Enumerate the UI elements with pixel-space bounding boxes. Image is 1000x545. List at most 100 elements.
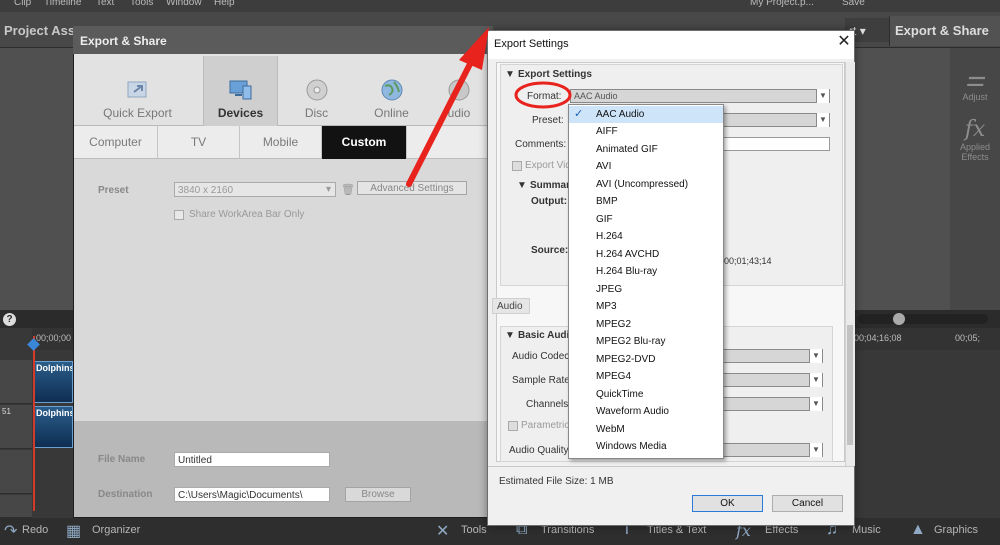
format-option[interactable]: Windows Media: [569, 438, 723, 455]
zoom-slider-knob[interactable]: [893, 313, 905, 325]
tab-quick-export[interactable]: Quick Export: [100, 56, 175, 126]
track-header-3[interactable]: [0, 450, 32, 494]
tab-devices[interactable]: Devices: [203, 56, 278, 126]
subtab-custom[interactable]: Custom: [322, 126, 407, 159]
menu-help[interactable]: Help: [214, 0, 235, 8]
timeline-zoom-slider[interactable]: [858, 314, 988, 324]
menu-timeline[interactable]: Timeline: [44, 0, 81, 8]
track-header-audio[interactable]: 51: [0, 405, 32, 449]
file-name-label: File Name: [98, 454, 146, 465]
music-button[interactable]: Music: [852, 524, 881, 536]
ok-button[interactable]: OK: [692, 495, 763, 512]
sample-rate-label: Sample Rate:: [512, 375, 573, 386]
advanced-settings-button[interactable]: Advanced Settings: [357, 181, 467, 195]
format-option[interactable]: BMP: [569, 193, 723, 210]
parametric-checkbox[interactable]: [508, 421, 518, 431]
comments-input[interactable]: [715, 137, 830, 151]
tools-button[interactable]: Tools: [461, 524, 487, 536]
format-select[interactable]: AAC Audio ▼: [570, 89, 830, 103]
tab-online[interactable]: Online: [354, 56, 429, 126]
organizer-button[interactable]: Organizer: [92, 524, 140, 536]
track-number: 51: [2, 407, 11, 416]
subtab-computer[interactable]: Computer: [74, 126, 158, 159]
format-option[interactable]: MPEG2: [569, 316, 723, 333]
format-option[interactable]: AAC Audio: [569, 106, 723, 123]
subtab-tv[interactable]: TV: [158, 126, 240, 159]
project-assets-button[interactable]: Project Ass: [0, 18, 76, 42]
sample-rate-select[interactable]: ▼: [715, 373, 823, 387]
format-option[interactable]: JPEG: [569, 281, 723, 298]
chevron-down-icon: ▼: [809, 373, 822, 387]
sliders-icon: ⚌: [965, 67, 985, 92]
format-option[interactable]: AIFF: [569, 123, 723, 140]
channels-select[interactable]: ▼: [715, 397, 823, 411]
divider: [488, 466, 854, 467]
basic-audio-expand-icon[interactable]: ▼: [505, 330, 515, 341]
preset-select[interactable]: 3840 x 2160 ▾: [174, 182, 336, 197]
channels-label: Channels:: [526, 399, 572, 410]
tab-label: Online: [374, 106, 409, 120]
menu-tools[interactable]: Tools: [130, 0, 153, 8]
chevron-down-icon: ▼: [809, 397, 822, 411]
tab-disc[interactable]: Disc: [279, 56, 354, 126]
destination-input[interactable]: C:\Users\Magic\Documents\: [174, 487, 330, 502]
share-workarea-label: Share WorkArea Bar Only: [189, 209, 305, 220]
close-icon[interactable]: ✕: [834, 32, 854, 52]
graphics-button[interactable]: Graphics: [934, 524, 978, 536]
format-option[interactable]: WebM: [569, 421, 723, 438]
playhead[interactable]: [33, 336, 35, 511]
format-option[interactable]: MP3: [569, 298, 723, 315]
source-duration: 00;01;43;14: [724, 256, 772, 266]
output-label: Output:: [531, 196, 568, 207]
audio-quality-select[interactable]: ▼: [715, 443, 823, 457]
redo-button[interactable]: Redo: [22, 524, 48, 536]
audio-codec-select[interactable]: ▼: [715, 349, 823, 363]
adjust-tool[interactable]: ⚌ Adjust: [950, 67, 1000, 103]
track-header-4[interactable]: [0, 495, 32, 518]
export-video-checkbox[interactable]: [512, 161, 522, 171]
track-header-video[interactable]: [0, 360, 32, 404]
organizer-icon: ▦: [66, 523, 82, 540]
subtab-mobile[interactable]: Mobile: [240, 126, 322, 159]
format-option[interactable]: QuickTime: [569, 386, 723, 403]
tab-audio[interactable]: udio: [430, 56, 488, 126]
scrollbar-thumb[interactable]: [847, 325, 853, 445]
file-name-input[interactable]: Untitled: [174, 452, 330, 467]
format-option[interactable]: Waveform Audio: [569, 403, 723, 420]
format-option[interactable]: H.264 Blu-ray: [569, 263, 723, 280]
preset-select-dialog[interactable]: ▼: [715, 113, 830, 127]
export-settings-heading: Export Settings: [518, 69, 592, 80]
format-option[interactable]: GIF: [569, 211, 723, 228]
trash-icon[interactable]: 🗑: [341, 183, 355, 196]
share-workarea-checkbox[interactable]: [174, 210, 184, 220]
video-clip-2[interactable]: Dolphins: [33, 406, 73, 448]
dialog-title: Export Settings: [488, 31, 854, 59]
menu-clip[interactable]: Clip: [14, 0, 31, 8]
format-option[interactable]: MPEG2-DVD: [569, 351, 723, 368]
chevron-down-icon: ▼: [816, 113, 829, 127]
format-option[interactable]: AVI (Uncompressed): [569, 176, 723, 193]
save-button[interactable]: Save: [842, 0, 865, 8]
format-label: Format:: [527, 91, 562, 102]
menu-text[interactable]: Text: [96, 0, 114, 8]
help-icon[interactable]: ?: [3, 313, 16, 326]
browse-button[interactable]: Browse: [345, 487, 411, 502]
export-share-top-button[interactable]: Export & Share: [889, 16, 1000, 46]
section-expand-icon[interactable]: ▼: [505, 69, 515, 80]
format-option[interactable]: Animated GIF: [569, 141, 723, 158]
format-option[interactable]: MPEG2 Blu-ray: [569, 333, 723, 350]
applied-effects-tool[interactable]: fx Applied Effects: [950, 118, 1000, 163]
summary-expand-icon[interactable]: ▼: [517, 180, 527, 191]
tab-audio-settings[interactable]: Audio: [492, 298, 530, 314]
format-option[interactable]: AVI: [569, 158, 723, 175]
chevron-down-icon: ▾: [325, 184, 331, 195]
format-option[interactable]: H.264 AVCHD: [569, 246, 723, 263]
format-option[interactable]: MPEG4: [569, 368, 723, 385]
chevron-down-icon: ▼: [809, 443, 822, 457]
format-option[interactable]: H.264: [569, 228, 723, 245]
video-clip[interactable]: Dolphins: [33, 361, 73, 403]
cancel-button[interactable]: Cancel: [772, 495, 843, 512]
applied-effects-label: Applied Effects: [959, 142, 991, 162]
globe-icon: [381, 79, 402, 101]
menu-window[interactable]: Window: [166, 0, 202, 8]
